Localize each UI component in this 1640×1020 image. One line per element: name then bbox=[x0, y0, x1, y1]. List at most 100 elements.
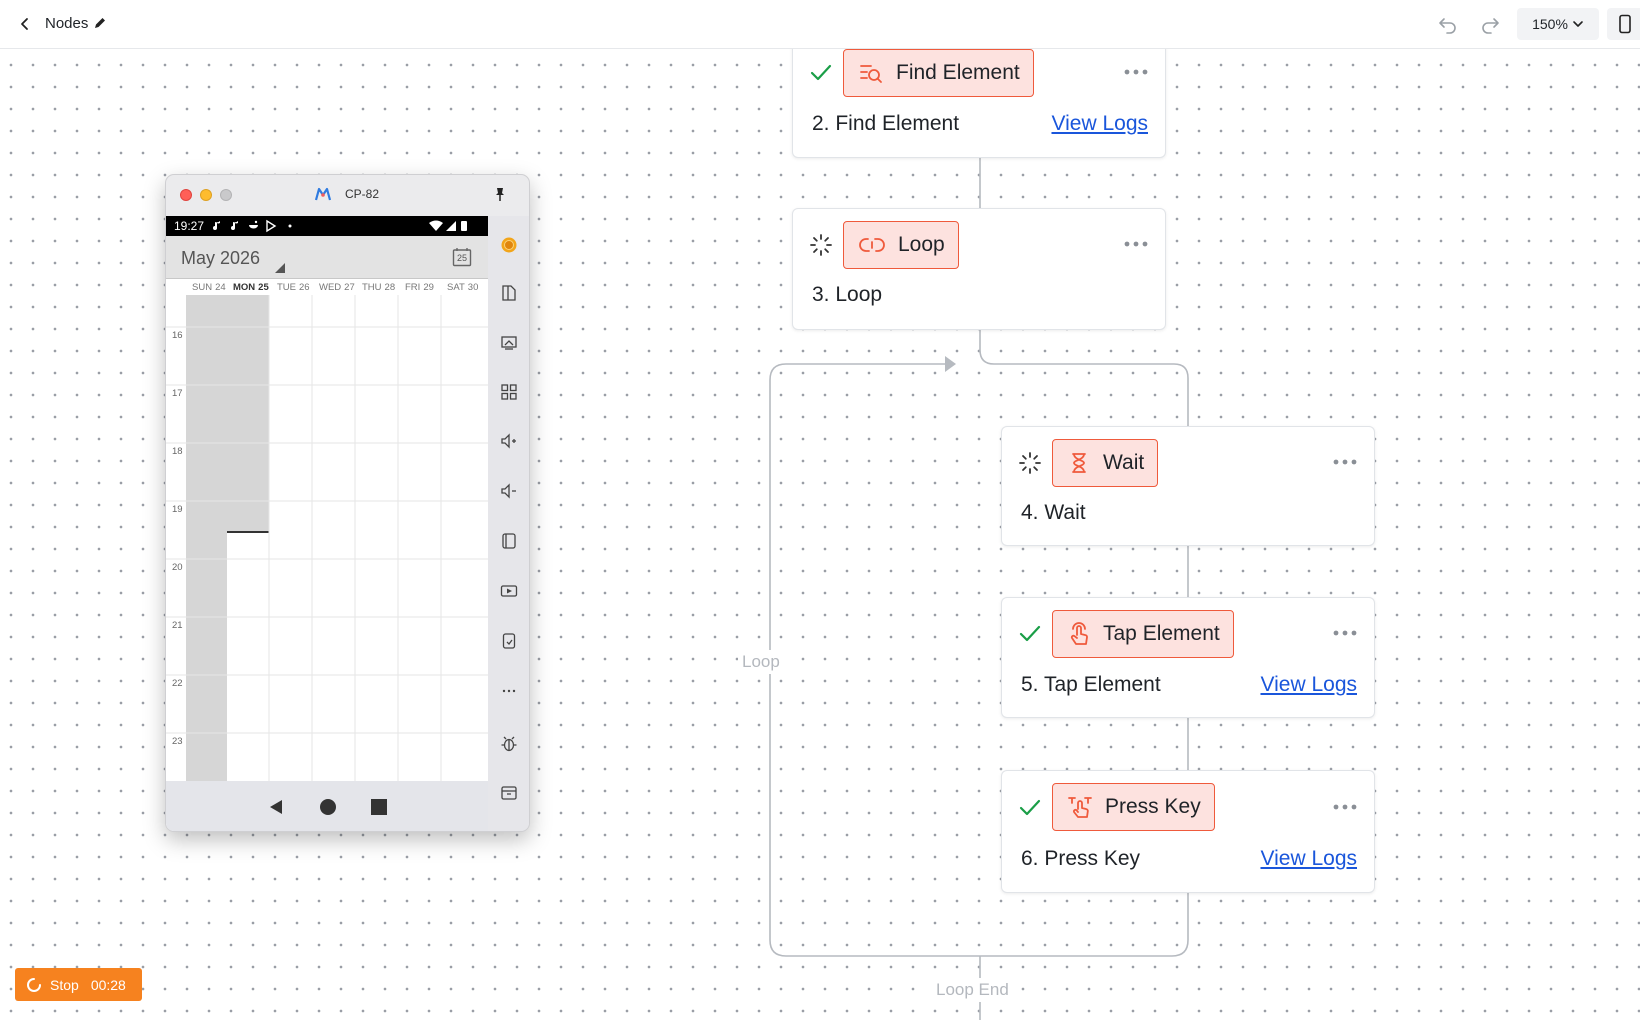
view-logs-link[interactable]: View Logs bbox=[1260, 673, 1357, 697]
chevron-down-icon bbox=[1573, 21, 1583, 27]
node-name: 2. Find Element bbox=[812, 112, 960, 135]
day-number: 26 bbox=[299, 282, 310, 293]
press-key-icon bbox=[1068, 797, 1092, 818]
node-find-element[interactable]: Find Element 2. Find Element View Logs bbox=[792, 36, 1166, 158]
archive-icon[interactable] bbox=[500, 784, 518, 802]
day-number: 29 bbox=[423, 282, 434, 293]
day-header[interactable]: TUE 26 bbox=[277, 282, 310, 293]
day-number: 25 bbox=[258, 282, 269, 293]
pin-icon[interactable] bbox=[492, 186, 508, 202]
calendar-month[interactable]: May 2026 bbox=[181, 248, 260, 269]
status-time: 19:27 bbox=[174, 219, 205, 233]
day-headers: SUN 24 MON 25 TUE 26 WED 27 THU 28 FRI 29 SAT 30 bbox=[166, 279, 488, 295]
spinner-icon bbox=[810, 234, 832, 256]
node-press-key[interactable]: Press Key 6. Press Key View Logs bbox=[1001, 770, 1375, 893]
bug-icon[interactable] bbox=[500, 735, 518, 753]
hourglass-icon bbox=[1072, 453, 1086, 473]
stop-label: Stop bbox=[50, 976, 79, 993]
zoom-select[interactable]: 150% bbox=[1517, 8, 1599, 40]
node-name: 6. Press Key bbox=[1021, 847, 1141, 870]
node-type-chip: Tap Element bbox=[1052, 610, 1234, 658]
android-nav-bar bbox=[166, 781, 488, 831]
calendar-grid-lines bbox=[166, 295, 488, 781]
more-icon[interactable] bbox=[1332, 628, 1358, 638]
node-type-chip: Wait bbox=[1052, 439, 1159, 487]
day-of-week: SUN bbox=[192, 282, 213, 293]
video-icon[interactable] bbox=[500, 582, 518, 600]
node-name: 4. Wait bbox=[1021, 501, 1086, 524]
hour-label: 18 bbox=[172, 446, 183, 457]
loop-label: Loop bbox=[738, 650, 784, 674]
day-number: 28 bbox=[384, 282, 396, 293]
close-window-button[interactable] bbox=[180, 189, 192, 201]
check-icon bbox=[810, 64, 832, 81]
spinner-icon bbox=[1019, 452, 1041, 474]
day-of-week: MON bbox=[233, 282, 256, 293]
file-icon[interactable] bbox=[500, 284, 518, 302]
back-triangle-icon[interactable] bbox=[268, 799, 284, 815]
hour-label: 16 bbox=[172, 330, 183, 341]
recents-square-icon[interactable] bbox=[371, 799, 387, 815]
node-type-label: Wait bbox=[1103, 451, 1145, 474]
day-header[interactable]: WED 27 bbox=[319, 282, 355, 293]
maximize-window-button[interactable] bbox=[220, 189, 232, 201]
node-type-chip: Find Element bbox=[843, 49, 1034, 97]
day-header[interactable]: MON 25 bbox=[233, 282, 269, 293]
view-logs-link[interactable]: View Logs bbox=[1260, 847, 1357, 871]
screen-share-icon[interactable] bbox=[500, 333, 518, 351]
redo-icon[interactable] bbox=[1478, 12, 1502, 36]
volume-up-icon[interactable] bbox=[500, 432, 518, 450]
chevron-left-icon[interactable] bbox=[14, 13, 36, 35]
check-icon bbox=[1019, 625, 1041, 642]
day-of-week: SAT bbox=[447, 282, 465, 293]
day-header[interactable]: SUN 24 bbox=[192, 282, 226, 293]
device-toggle-button[interactable] bbox=[1607, 8, 1640, 40]
rotate-icon[interactable] bbox=[500, 532, 518, 550]
node-type-chip: Loop bbox=[843, 221, 959, 269]
phone-screen[interactable]: 19:27 May 2026 25 SUN 24 MON 25 TUE 26 W… bbox=[166, 216, 488, 831]
day-header[interactable]: THU 28 bbox=[362, 282, 395, 293]
loop-arrow-icon bbox=[945, 356, 956, 372]
volume-down-icon[interactable] bbox=[500, 482, 518, 500]
hour-label: 19 bbox=[172, 504, 183, 515]
view-logs-link[interactable]: View Logs bbox=[1051, 112, 1148, 136]
loop-end-label: Loop End bbox=[932, 978, 1013, 1002]
calendar-grid[interactable]: 16 17 18 19 20 21 22 23 bbox=[166, 295, 488, 781]
hour-label: 22 bbox=[172, 678, 183, 689]
tap-icon bbox=[1070, 622, 1088, 645]
spinner-icon bbox=[27, 977, 41, 992]
node-tap-element[interactable]: Tap Element 5. Tap Element View Logs bbox=[1001, 597, 1375, 718]
calendar-today-button[interactable]: 25 bbox=[452, 247, 472, 267]
node-type-label: Tap Element bbox=[1103, 622, 1220, 645]
grid-icon[interactable] bbox=[500, 383, 518, 401]
undo-icon[interactable] bbox=[1436, 12, 1460, 36]
day-header[interactable]: FRI 29 bbox=[405, 282, 434, 293]
more-icon[interactable] bbox=[1123, 239, 1149, 249]
more-icon[interactable] bbox=[1332, 802, 1358, 812]
more-icon[interactable] bbox=[500, 682, 518, 700]
day-of-week: WED bbox=[319, 282, 342, 293]
device-window[interactable]: CP-82 19:27 May 2026 25 SUN 24 MON 25 TU… bbox=[165, 174, 530, 832]
home-circle-icon[interactable] bbox=[319, 798, 337, 816]
more-icon[interactable] bbox=[1123, 67, 1149, 77]
record-icon[interactable] bbox=[500, 236, 518, 254]
stop-run-button[interactable]: Stop 00:28 bbox=[15, 968, 142, 1001]
day-header[interactable]: SAT 30 bbox=[447, 282, 478, 293]
page-title: Nodes bbox=[45, 15, 89, 32]
dropdown-triangle-icon[interactable] bbox=[275, 263, 285, 273]
minimize-window-button[interactable] bbox=[200, 189, 212, 201]
android-status-bar: 19:27 bbox=[166, 216, 488, 236]
more-icon[interactable] bbox=[1332, 457, 1358, 467]
loop-icon bbox=[859, 238, 885, 252]
pencil-icon[interactable] bbox=[93, 16, 107, 30]
find-element-icon bbox=[860, 65, 882, 83]
window-title: CP-82 bbox=[345, 187, 380, 201]
phone-icon bbox=[1619, 14, 1631, 34]
day-number: 24 bbox=[215, 282, 226, 293]
node-loop[interactable]: Loop 3. Loop bbox=[792, 208, 1166, 330]
device-icon[interactable] bbox=[500, 632, 518, 650]
node-type-label: Loop bbox=[898, 233, 945, 256]
hour-label: 23 bbox=[172, 736, 183, 747]
day-number: 30 bbox=[467, 282, 479, 293]
node-wait[interactable]: Wait 4. Wait bbox=[1001, 426, 1375, 546]
